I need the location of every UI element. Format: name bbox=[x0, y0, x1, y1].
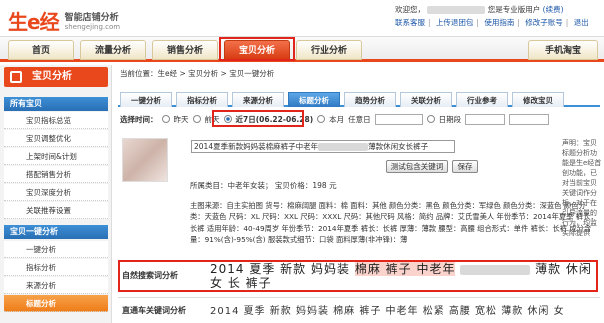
sidebar-item-title[interactable]: 标题分析 bbox=[4, 295, 108, 312]
product-title-input[interactable]: 2014夏季新款妈妈装棉麻裤子中老年 薄款休闲女长裤子 bbox=[191, 140, 455, 153]
product-attributes: 主图来源：自主实拍图 货号：棉麻阔腿 面料：棉 面料：其他 颜色分类：黑色 颜色… bbox=[190, 201, 598, 244]
test-keywords-button[interactable]: 测试包含关键词 bbox=[386, 160, 448, 173]
tab-title[interactable]: 标题分析 bbox=[288, 92, 340, 107]
sidebar-item-source[interactable]: 来源分析 bbox=[4, 277, 108, 294]
nav-traffic[interactable]: 流量分析 bbox=[80, 40, 146, 60]
sidebar-header: 宝贝分析 bbox=[4, 67, 108, 87]
tab-industry[interactable]: 行业参考 bbox=[456, 92, 508, 107]
nav-industry[interactable]: 行业分析 bbox=[296, 40, 362, 60]
nav-sales[interactable]: 销售分析 bbox=[152, 40, 218, 60]
opt-7days: 近7日(06.22-06.28) bbox=[235, 114, 314, 124]
range-label: 日期段 bbox=[438, 114, 462, 124]
product-thumbnail bbox=[122, 138, 168, 182]
sidebar-item-bundle[interactable]: 搭配销售分析 bbox=[4, 166, 108, 183]
tab-bar: 一键分析 指标分析 来源分析 标题分析 趋势分析 关联分析 行业参考 修改宝贝 bbox=[118, 90, 600, 107]
through-train-label: 直通车关键词分析 bbox=[122, 306, 186, 315]
sidebar-group-onekey[interactable]: 宝贝一键分析 bbox=[4, 225, 108, 239]
brand-name: 生e经 bbox=[8, 9, 60, 34]
top-links: 联系客服 | 上传退团包 | 使用指南 | 修改子账号 | 退出 bbox=[395, 18, 589, 27]
brand-slogan: 智能店铺分析 bbox=[64, 12, 119, 23]
sidebar-item-optimize[interactable]: 宝贝调整优化 bbox=[4, 130, 108, 147]
brand-domain: shengejing.com bbox=[64, 22, 121, 31]
sidebar: 宝贝分析 所有宝贝 宝贝指标总览 宝贝调整优化 上架时间&计划 搭配销售分析 宝… bbox=[0, 65, 112, 323]
top-link-subaccount[interactable]: 修改子账号 bbox=[525, 18, 563, 27]
range-start-input[interactable] bbox=[465, 113, 506, 125]
breadcrumb: 当前位置：生e经 > 宝贝分析 > 宝贝一键分析 bbox=[120, 69, 275, 78]
username-blurred bbox=[427, 6, 486, 14]
any-day-input[interactable] bbox=[374, 113, 423, 125]
sidebar-title: 宝贝分析 bbox=[32, 71, 72, 82]
opt-month: 本月 bbox=[329, 114, 345, 124]
category-price: 所属类目：中老年女装； 宝贝价格：198 元 bbox=[190, 181, 337, 190]
title-prefix: 2014夏季新款妈妈装棉麻裤子中老年 bbox=[194, 142, 319, 151]
box-icon bbox=[10, 71, 22, 83]
welcome-text: 欢迎您， bbox=[395, 5, 425, 14]
ns-highlight: 棉麻 裤子 中老年 bbox=[354, 262, 456, 276]
user-info: 欢迎您， 您是专业版用户 (续费) bbox=[395, 4, 600, 16]
logo[interactable]: 生e经 智能店铺分析 shengejing.com bbox=[8, 5, 120, 35]
user-level: 您是专业版用户 bbox=[487, 5, 541, 14]
natural-search-section: 自然搜索词分析 2014 夏季 新款 妈妈装 棉麻 裤子 中老年 薄款 休闲 女… bbox=[118, 262, 600, 292]
radio-7days[interactable] bbox=[223, 115, 232, 123]
sidebar-item-onekey[interactable]: 一键分析 bbox=[4, 241, 108, 258]
main-nav: 首页 流量分析 销售分析 宝贝分析 行业分析 手机淘宝 bbox=[0, 36, 604, 62]
tab-metrics[interactable]: 指标分析 bbox=[176, 92, 228, 107]
time-label: 选择时间： bbox=[120, 114, 158, 124]
title-blurred bbox=[318, 143, 369, 151]
sidebar-group-all[interactable]: 所有宝贝 bbox=[4, 97, 108, 111]
sidebar-item-overview[interactable]: 宝贝指标总览 bbox=[4, 112, 108, 129]
tab-related[interactable]: 关联分析 bbox=[400, 92, 452, 107]
top-link-logout[interactable]: 退出 bbox=[574, 18, 589, 27]
renew-link[interactable]: (续费) bbox=[543, 5, 564, 14]
opt-yesterday: 昨天 bbox=[173, 114, 189, 124]
top-link-service[interactable]: 联系客服 bbox=[395, 18, 425, 27]
sidebar-item-deep[interactable]: 宝贝深度分析 bbox=[4, 184, 108, 201]
title-suffix: 薄款休闲女长裤子 bbox=[368, 142, 429, 151]
tab-onekey[interactable]: 一键分析 bbox=[120, 92, 172, 107]
through-train-value: 2014 夏季 新款 妈妈装 棉麻 裤子 中老年 松紧 高腰 宽松 薄款 休闲 … bbox=[210, 306, 565, 317]
nav-mobile[interactable]: 手机淘宝 bbox=[528, 40, 598, 60]
range-end-input[interactable] bbox=[509, 113, 550, 125]
tab-edit[interactable]: 修改宝贝 bbox=[512, 92, 564, 107]
top-link-guide[interactable]: 使用指南 bbox=[484, 18, 514, 27]
radio-daybefore[interactable] bbox=[192, 115, 201, 123]
ns-blurred bbox=[460, 264, 531, 275]
tab-trend[interactable]: 趋势分析 bbox=[344, 92, 396, 107]
natural-search-label: 自然搜索词分析 bbox=[122, 271, 178, 280]
time-selector: 选择时间： 昨天 前天 近7日(06.22-06.28) 本月 任意日 日期段 bbox=[120, 112, 550, 126]
radio-yesterday[interactable] bbox=[161, 115, 170, 123]
any-day-label: 任意日 bbox=[348, 114, 371, 124]
sidebar-item-listing-time[interactable]: 上架时间&计划 bbox=[4, 148, 108, 165]
radio-range[interactable] bbox=[426, 115, 435, 123]
ns-prefix: 2014 夏季 新款 妈妈装 bbox=[210, 262, 350, 276]
nav-product[interactable]: 宝贝分析 bbox=[224, 40, 290, 60]
sidebar-item-metrics[interactable]: 指标分析 bbox=[4, 259, 108, 276]
sidebar-item-related[interactable]: 关联推荐设置 bbox=[4, 202, 108, 219]
top-link-upload[interactable]: 上传退团包 bbox=[436, 18, 474, 27]
tab-source[interactable]: 来源分析 bbox=[232, 92, 284, 107]
through-train-section: 直通车关键词分析 2014 夏季 新款 妈妈装 棉麻 裤子 中老年 松紧 高腰 … bbox=[118, 297, 600, 321]
opt-daybefore: 前天 bbox=[204, 114, 220, 124]
disclaimer: 声明：宝贝标题分析功能是生e经首创功能，已对当前宝贝关键词作分析，对于在引导流量… bbox=[562, 139, 602, 237]
radio-month[interactable] bbox=[317, 115, 326, 123]
nav-home[interactable]: 首页 bbox=[8, 40, 74, 60]
natural-search-value: 2014 夏季 新款 妈妈装 棉麻 裤子 中老年 薄款 休闲 女 长 裤子 bbox=[210, 262, 600, 290]
save-button[interactable]: 保存 bbox=[452, 160, 478, 173]
